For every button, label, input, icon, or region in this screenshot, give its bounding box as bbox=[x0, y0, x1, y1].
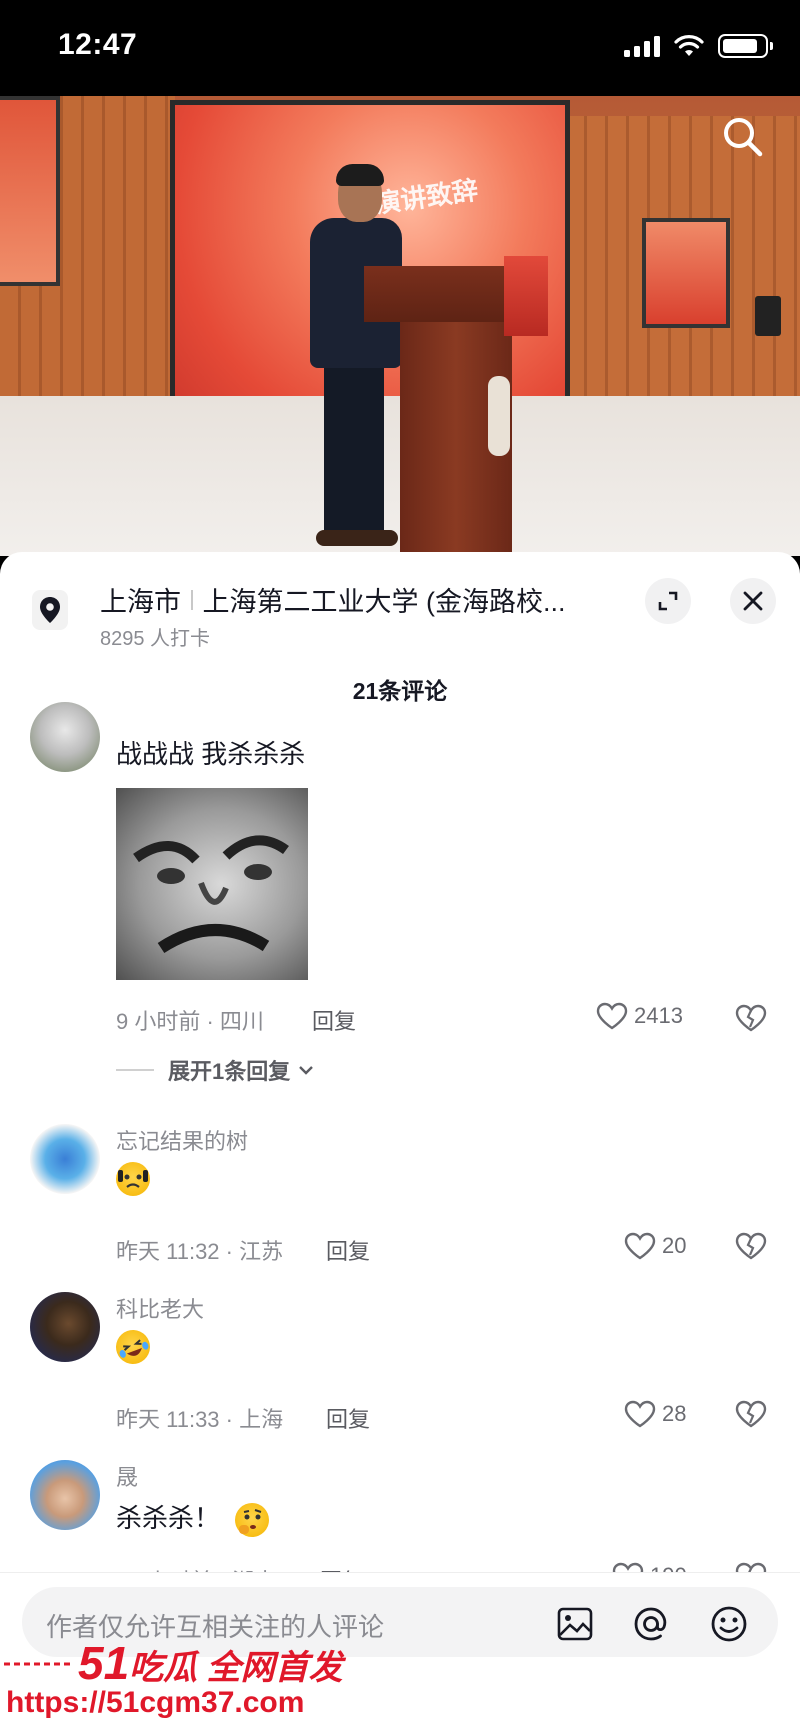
wifi-icon bbox=[674, 35, 704, 56]
speaker bbox=[755, 296, 781, 336]
like-count: 20 bbox=[662, 1233, 687, 1258]
expand-replies-button[interactable]: 展开1条回复 bbox=[116, 1054, 316, 1086]
status-bar: 12:47 bbox=[0, 0, 800, 96]
search-icon[interactable] bbox=[720, 114, 766, 160]
comment-text bbox=[111, 1325, 155, 1369]
expand-replies-label: 展开1条回复 bbox=[168, 1059, 291, 1084]
avatar[interactable] bbox=[30, 1460, 100, 1530]
location-city: 上海市 bbox=[100, 587, 181, 617]
avatar[interactable] bbox=[30, 1292, 100, 1362]
comment-username[interactable]: 晟 bbox=[116, 1460, 138, 1492]
signal-icon bbox=[624, 35, 660, 57]
chevron-down-icon bbox=[299, 1066, 314, 1075]
at-icon[interactable] bbox=[632, 1605, 670, 1643]
like-count: 28 bbox=[662, 1401, 687, 1426]
laughing-emoji-icon bbox=[111, 1325, 155, 1369]
emoji-icon[interactable] bbox=[710, 1605, 748, 1643]
battery-level bbox=[723, 39, 757, 53]
comment-text bbox=[116, 1162, 150, 1197]
comment-meta: 昨天 11:33 · 上海 bbox=[116, 1407, 284, 1432]
like-button[interactable]: 20 bbox=[624, 1232, 686, 1260]
watermark: 51吃瓜 全网首发 https://51cgm37.com bbox=[0, 1630, 343, 1730]
watermark-brand: 51吃瓜 全网首发 bbox=[78, 1636, 343, 1690]
comment-item: 科比老大 昨天 11:33 · 上海 回复 28 bbox=[0, 1292, 800, 1442]
comment-item: 忘记结果的树 昨天 11:32 · 江苏 回复 20 bbox=[0, 1124, 800, 1274]
location-checkins: 8295 人打卡 bbox=[100, 628, 211, 650]
expand-icon bbox=[658, 591, 678, 611]
location-pin-icon bbox=[32, 590, 68, 630]
location-divider bbox=[191, 589, 193, 610]
reply-button[interactable]: 回复 bbox=[312, 1004, 356, 1036]
heart-icon bbox=[624, 1232, 656, 1260]
comments-count-title: 21条评论 bbox=[352, 678, 448, 704]
comment-sticker-image[interactable] bbox=[116, 788, 308, 980]
comment-meta: 昨天 11:32 · 江苏 bbox=[116, 1239, 284, 1264]
status-time: 12:47 bbox=[58, 28, 138, 61]
angry-face-sticker bbox=[133, 835, 289, 954]
side-screen-left bbox=[0, 96, 60, 286]
comment-item: 战战战 我杀杀杀 9 小时前 · 四川 回复 2413 展开1条回复 bbox=[0, 702, 800, 1084]
podium bbox=[364, 256, 548, 556]
sad-emoji-icon bbox=[116, 1162, 150, 1197]
like-button[interactable]: 2413 bbox=[596, 1002, 683, 1030]
avatar[interactable] bbox=[30, 1124, 100, 1194]
video-player[interactable]: 演讲致辞 bbox=[0, 96, 800, 556]
watermark-brand-text: 吃瓜 全网首发 bbox=[129, 1649, 343, 1687]
like-button[interactable]: 28 bbox=[624, 1400, 686, 1428]
comment-text: 战战战 我杀杀杀 bbox=[116, 739, 306, 769]
comment-item: 晟 杀杀杀！ 12 小时前 · 湖南 回复 190 bbox=[0, 1460, 800, 1594]
image-icon[interactable] bbox=[556, 1605, 594, 1643]
watermark-stripes bbox=[4, 1662, 70, 1666]
comment-text-content: 杀杀杀！ bbox=[116, 1503, 221, 1533]
location-title[interactable]: 上海市 上海第二工业大学 (金海路校... bbox=[100, 580, 566, 619]
comment-text: 杀杀杀！ bbox=[116, 1498, 270, 1538]
heart-icon bbox=[596, 1002, 628, 1030]
close-button[interactable] bbox=[730, 578, 776, 624]
side-screen-right bbox=[642, 218, 730, 328]
broken-heart-icon[interactable] bbox=[735, 1230, 767, 1262]
comment-username[interactable]: 科比老大 bbox=[116, 1292, 204, 1324]
battery-icon bbox=[718, 34, 773, 58]
expand-button[interactable] bbox=[645, 578, 691, 624]
comments-panel: 上海市 上海第二工业大学 (金海路校... 8295 人打卡 21条评论 战战战… bbox=[0, 552, 800, 1731]
broken-heart-icon[interactable] bbox=[735, 1398, 767, 1430]
reply-button[interactable]: 回复 bbox=[326, 1234, 370, 1266]
close-icon bbox=[743, 591, 763, 611]
like-count: 2413 bbox=[634, 1003, 683, 1028]
location-header[interactable]: 上海市 上海第二工业大学 (金海路校... 8295 人打卡 bbox=[0, 552, 800, 652]
broken-heart-icon[interactable] bbox=[735, 1002, 767, 1034]
thinking-emoji-icon bbox=[235, 1503, 270, 1538]
status-icons bbox=[624, 34, 773, 58]
reply-button[interactable]: 回复 bbox=[326, 1402, 370, 1434]
heart-icon bbox=[624, 1400, 656, 1428]
watermark-url: https://51cgm37.com bbox=[6, 1686, 305, 1719]
location-place: 上海第二工业大学 (金海路校... bbox=[202, 587, 566, 617]
avatar[interactable] bbox=[30, 702, 100, 772]
watermark-brand-num: 51 bbox=[78, 1637, 130, 1689]
comment-meta: 9 小时前 · 四川 bbox=[116, 1009, 264, 1034]
comment-username[interactable]: 忘记结果的树 bbox=[116, 1124, 248, 1156]
